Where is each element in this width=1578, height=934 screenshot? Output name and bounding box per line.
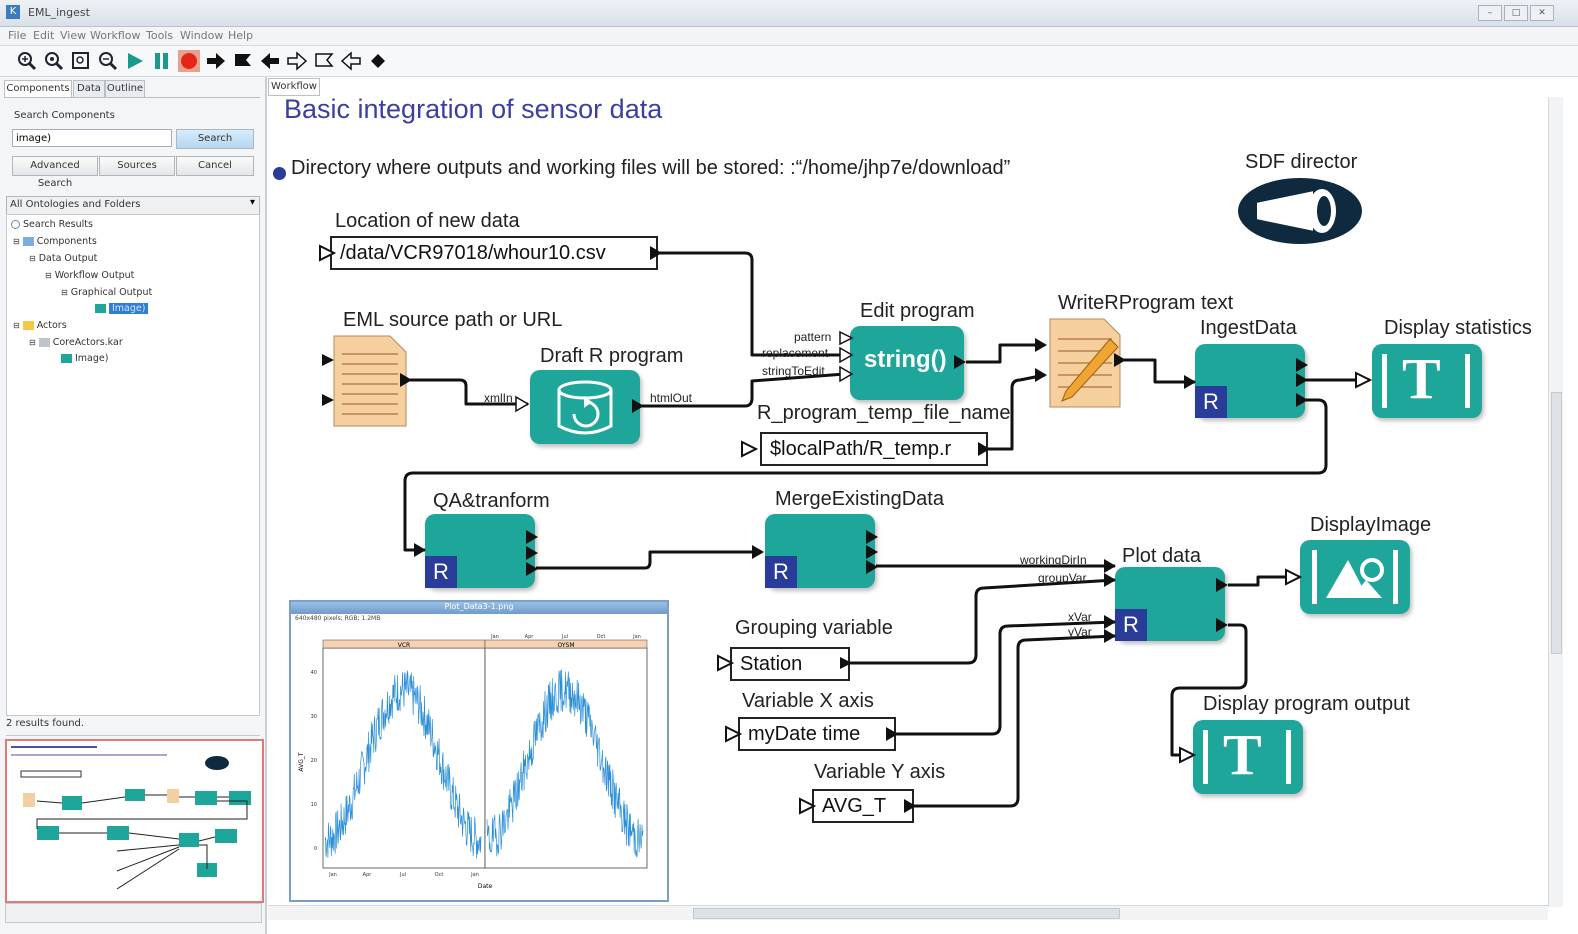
plot-x-label: Date — [478, 883, 493, 890]
x-tick: Apr — [363, 872, 373, 878]
temperature-plot: VCR OYSM AVG_T Date 0 10 20 30 40 Jan Ap… — [298, 634, 648, 890]
panel-label-left: VCR — [398, 642, 410, 649]
x-tick: Oct — [435, 872, 444, 878]
x-tick-top: Jan — [490, 634, 499, 640]
plot-preview-window[interactable]: Plot_Data3-1.png 640x480 pixels; RGB; 1.… — [289, 600, 669, 902]
x-tick-top: Jan — [632, 634, 641, 640]
y-tick: 30 — [311, 714, 317, 720]
plot-y-label: AVG_T — [298, 752, 305, 771]
y-tick: 40 — [311, 670, 317, 676]
x-tick-top: Jul — [561, 634, 568, 640]
x-tick-top: Apr — [525, 634, 535, 640]
x-tick-top: Oct — [597, 634, 606, 640]
x-tick: Jan — [470, 872, 479, 878]
y-tick: 0 — [314, 846, 317, 852]
x-tick: Jul — [399, 872, 406, 878]
plot-window-titlebar[interactable]: Plot_Data3-1.png — [291, 602, 667, 614]
plot-window-info: 640x480 pixels; RGB; 1.2MB — [295, 615, 381, 622]
panel-label-right: OYSM — [557, 642, 574, 649]
y-tick: 20 — [311, 758, 317, 764]
y-tick: 10 — [311, 802, 317, 808]
plot-window-title: Plot_Data3-1.png — [444, 602, 514, 611]
x-tick: Jan — [328, 872, 337, 878]
parameter-port-arrows — [319, 244, 1373, 815]
